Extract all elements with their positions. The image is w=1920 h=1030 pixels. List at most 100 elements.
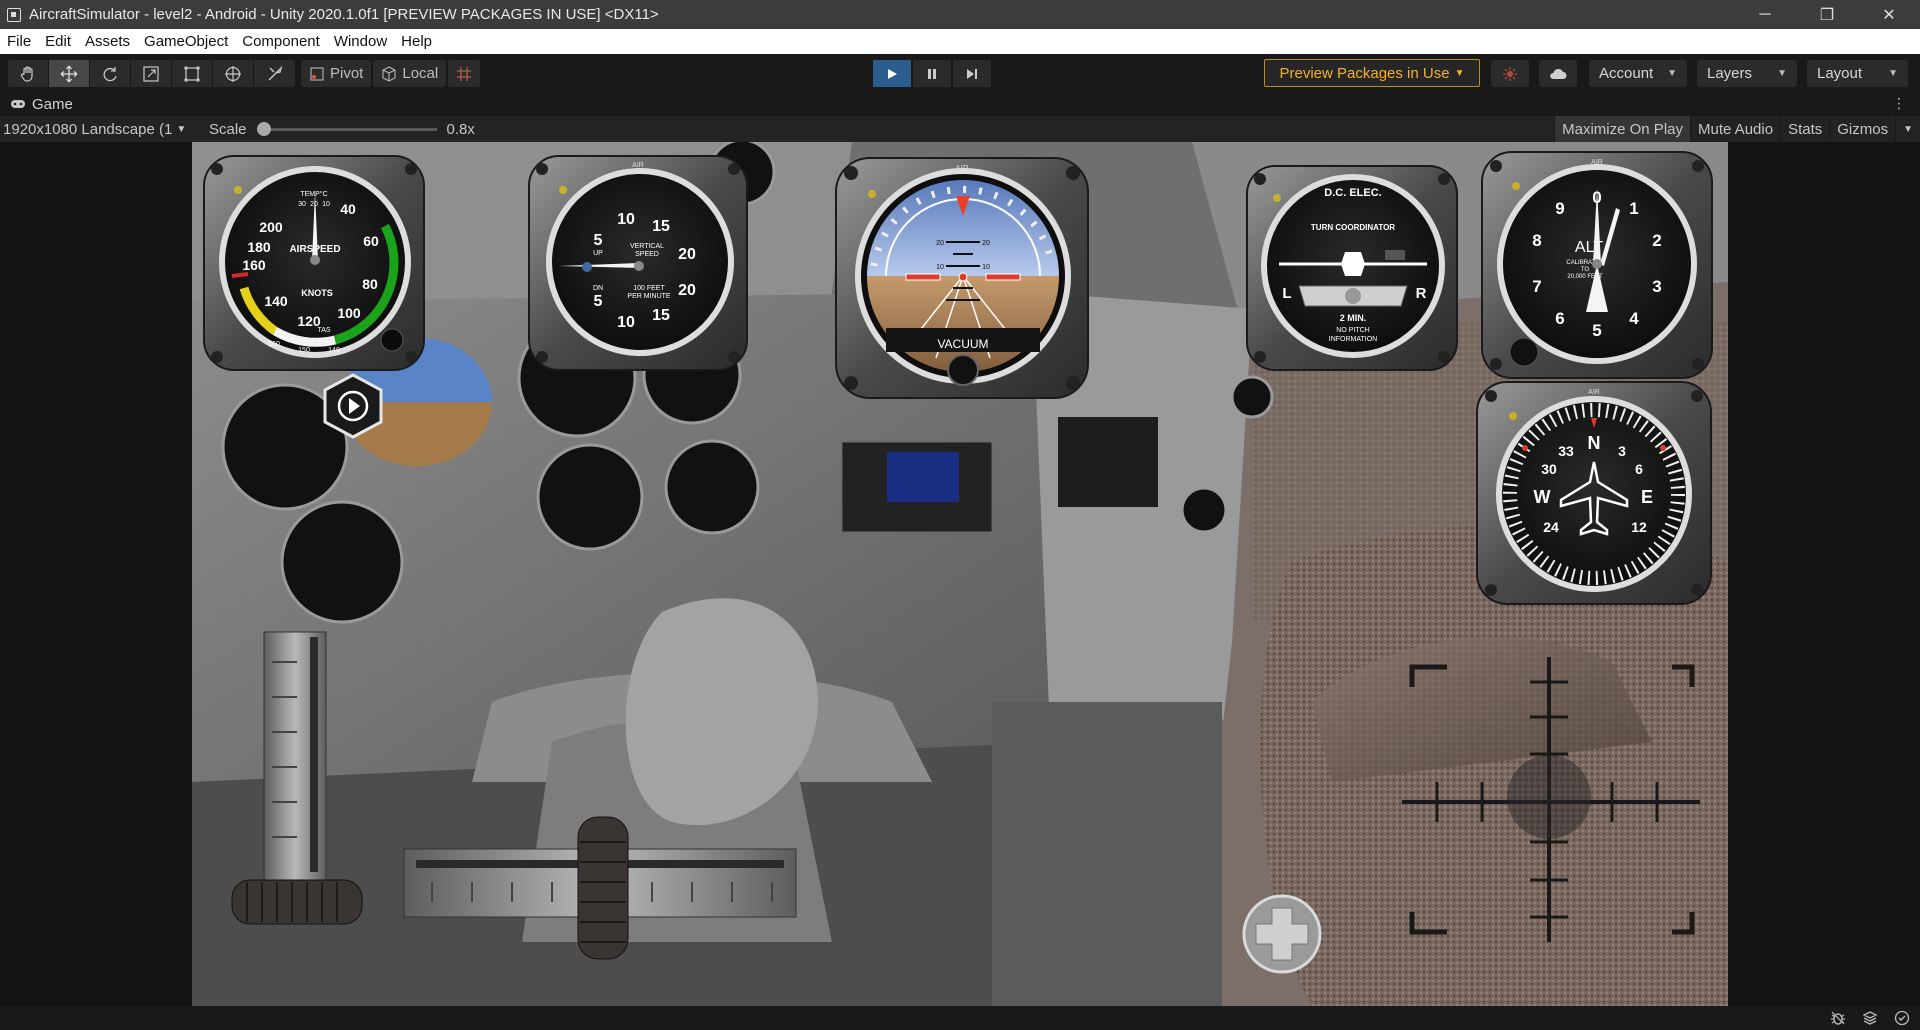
window-controls: ─ ❐ ✕: [1734, 0, 1920, 29]
grid-snap-toggle[interactable]: [448, 60, 481, 87]
hdg-24: 24: [1543, 519, 1559, 535]
gizmos-toggle[interactable]: Gizmos: [1829, 116, 1895, 142]
layers-stack-icon[interactable]: [1862, 1010, 1878, 1026]
restore-button[interactable]: ❐: [1796, 0, 1858, 29]
custom-tool-icon: [268, 65, 282, 80]
altimeter: AIR 0 1 2 3 4 5 6 7 8 9 ALT: [1481, 151, 1713, 379]
more-options-icon[interactable]: ⋮: [1892, 95, 1906, 112]
airspeed-indicator: 40 60 80 100 120 140 160 180 200 TEMP°C …: [203, 155, 425, 371]
alt-num-2: 2: [1652, 231, 1661, 250]
vsi-title-2: SPEED: [635, 251, 659, 258]
hdg-e: E: [1641, 487, 1653, 507]
play-controls: [873, 60, 991, 87]
resolution-dropdown[interactable]: 1920x1080 Landscape (1 ▼: [3, 119, 186, 139]
mute-audio-toggle[interactable]: Mute Audio: [1690, 116, 1780, 142]
vsi-sub-1: 100 FEET: [633, 285, 665, 292]
menu-gameobject[interactable]: GameObject: [137, 33, 235, 50]
transform-tool-button[interactable]: [213, 60, 254, 87]
menu-assets[interactable]: Assets: [78, 33, 137, 50]
menu-component[interactable]: Component: [235, 33, 327, 50]
joystick-button[interactable]: [1242, 894, 1322, 974]
vsi-dn-10: 10: [617, 314, 635, 331]
close-button[interactable]: ✕: [1858, 0, 1920, 29]
vsi-dn-label: DN: [593, 285, 603, 292]
rotate-tool-button[interactable]: [90, 60, 131, 87]
heading-indicator: AIR N 3 6 E 12 24 W 30 33: [1476, 381, 1712, 605]
pause-button[interactable]: [913, 60, 951, 87]
vertical-speed-indicator: AIR 5 10 15 20 20 15 10 5 UP DN VERTICAL…: [528, 155, 748, 371]
layers-label: Layers: [1707, 65, 1753, 82]
menu-help[interactable]: Help: [394, 33, 439, 50]
game-render[interactable]: 40 60 80 100 120 140 160 180 200 TEMP°C …: [192, 142, 1728, 1006]
menu-file[interactable]: File: [0, 33, 38, 50]
tab-game-label: Game: [32, 95, 73, 113]
ias-inner-160: 160: [268, 341, 280, 348]
tc-left: L: [1282, 285, 1291, 302]
tc-min: 2 MIN.: [1340, 313, 1367, 323]
preview-packages-button[interactable]: Preview Packages in Use ▼: [1264, 59, 1480, 87]
alt-num-3: 3: [1652, 277, 1661, 296]
move-tool-button[interactable]: [49, 60, 90, 87]
alt-num-9: 9: [1555, 199, 1564, 218]
ias-tick-180: 180: [247, 239, 271, 255]
maximize-on-play-toggle[interactable]: Maximize On Play: [1554, 116, 1690, 142]
alt-num-1: 1: [1629, 199, 1638, 218]
pitch-up-20-left: 20: [936, 240, 944, 247]
pivot-icon: [310, 67, 324, 80]
menu-bar: File Edit Assets GameObject Component Wi…: [0, 29, 1920, 54]
collab-icon: [1503, 66, 1517, 81]
vsi-up-label: UP: [593, 250, 603, 257]
vsi-air-label: AIR: [632, 162, 644, 169]
tc-title: TURN COORDINATOR: [1311, 223, 1395, 232]
grid-snap-icon: [457, 66, 472, 81]
scale-slider[interactable]: [256, 121, 437, 136]
tc-brand: D.C. ELEC.: [1324, 187, 1381, 199]
minimize-button[interactable]: ─: [1734, 0, 1796, 29]
collab-button[interactable]: [1491, 60, 1529, 87]
pitch-up-20-right: 20: [982, 240, 990, 247]
gamepad-icon: [11, 100, 25, 108]
check-circle-icon[interactable]: [1894, 1010, 1910, 1026]
alt-cal-2: TO: [1581, 267, 1590, 273]
custom-tool-button[interactable]: [254, 60, 295, 87]
play-button[interactable]: [873, 60, 911, 87]
cloud-icon: [1550, 68, 1567, 79]
cloud-button[interactable]: [1539, 60, 1577, 87]
account-label: Account: [1599, 65, 1654, 82]
alt-num-5: 5: [1592, 321, 1601, 340]
local-label: Local: [402, 65, 439, 82]
account-dropdown[interactable]: Account ▼: [1589, 60, 1687, 87]
stats-toggle[interactable]: Stats: [1780, 116, 1829, 142]
vsi-up-10: 10: [617, 211, 635, 228]
attitude-adjust-knob[interactable]: [947, 354, 979, 386]
pivot-label: Pivot: [330, 65, 364, 82]
hdg-w: W: [1534, 487, 1551, 507]
pivot-toggle[interactable]: Pivot: [301, 60, 372, 87]
gizmos-dropdown[interactable]: ▼: [1895, 116, 1920, 142]
hdg-30: 30: [1541, 461, 1557, 477]
scale-label: Scale: [209, 120, 247, 138]
chevron-down-icon: ▼: [1888, 68, 1898, 79]
play-overlay-button[interactable]: [323, 373, 383, 439]
preview-packages-label: Preview Packages in Use: [1279, 64, 1450, 82]
menu-window[interactable]: Window: [327, 33, 394, 50]
layout-dropdown[interactable]: Layout ▼: [1807, 60, 1908, 87]
rect-tool-button[interactable]: [172, 60, 213, 87]
debug-bug-icon[interactable]: [1830, 1010, 1846, 1026]
local-icon: [382, 65, 396, 82]
tab-game[interactable]: Game: [10, 96, 73, 113]
vsi-dn-5: 5: [594, 293, 603, 310]
local-toggle[interactable]: Local: [373, 60, 447, 87]
ias-tick-100: 100: [337, 305, 361, 321]
step-icon: [967, 68, 977, 79]
menu-edit[interactable]: Edit: [38, 33, 78, 50]
alt-num-4: 4: [1629, 309, 1639, 328]
scale-slider-handle[interactable]: [256, 121, 271, 136]
game-tab-bar: Game ⋮: [0, 92, 1920, 116]
layers-dropdown[interactable]: Layers ▼: [1697, 60, 1797, 87]
scale-control: Scale 0.8x: [209, 119, 475, 139]
hand-tool-button[interactable]: [8, 60, 49, 87]
scale-tool-button[interactable]: [131, 60, 172, 87]
step-button[interactable]: [953, 60, 991, 87]
resolution-label: 1920x1080 Landscape (1: [3, 120, 173, 138]
